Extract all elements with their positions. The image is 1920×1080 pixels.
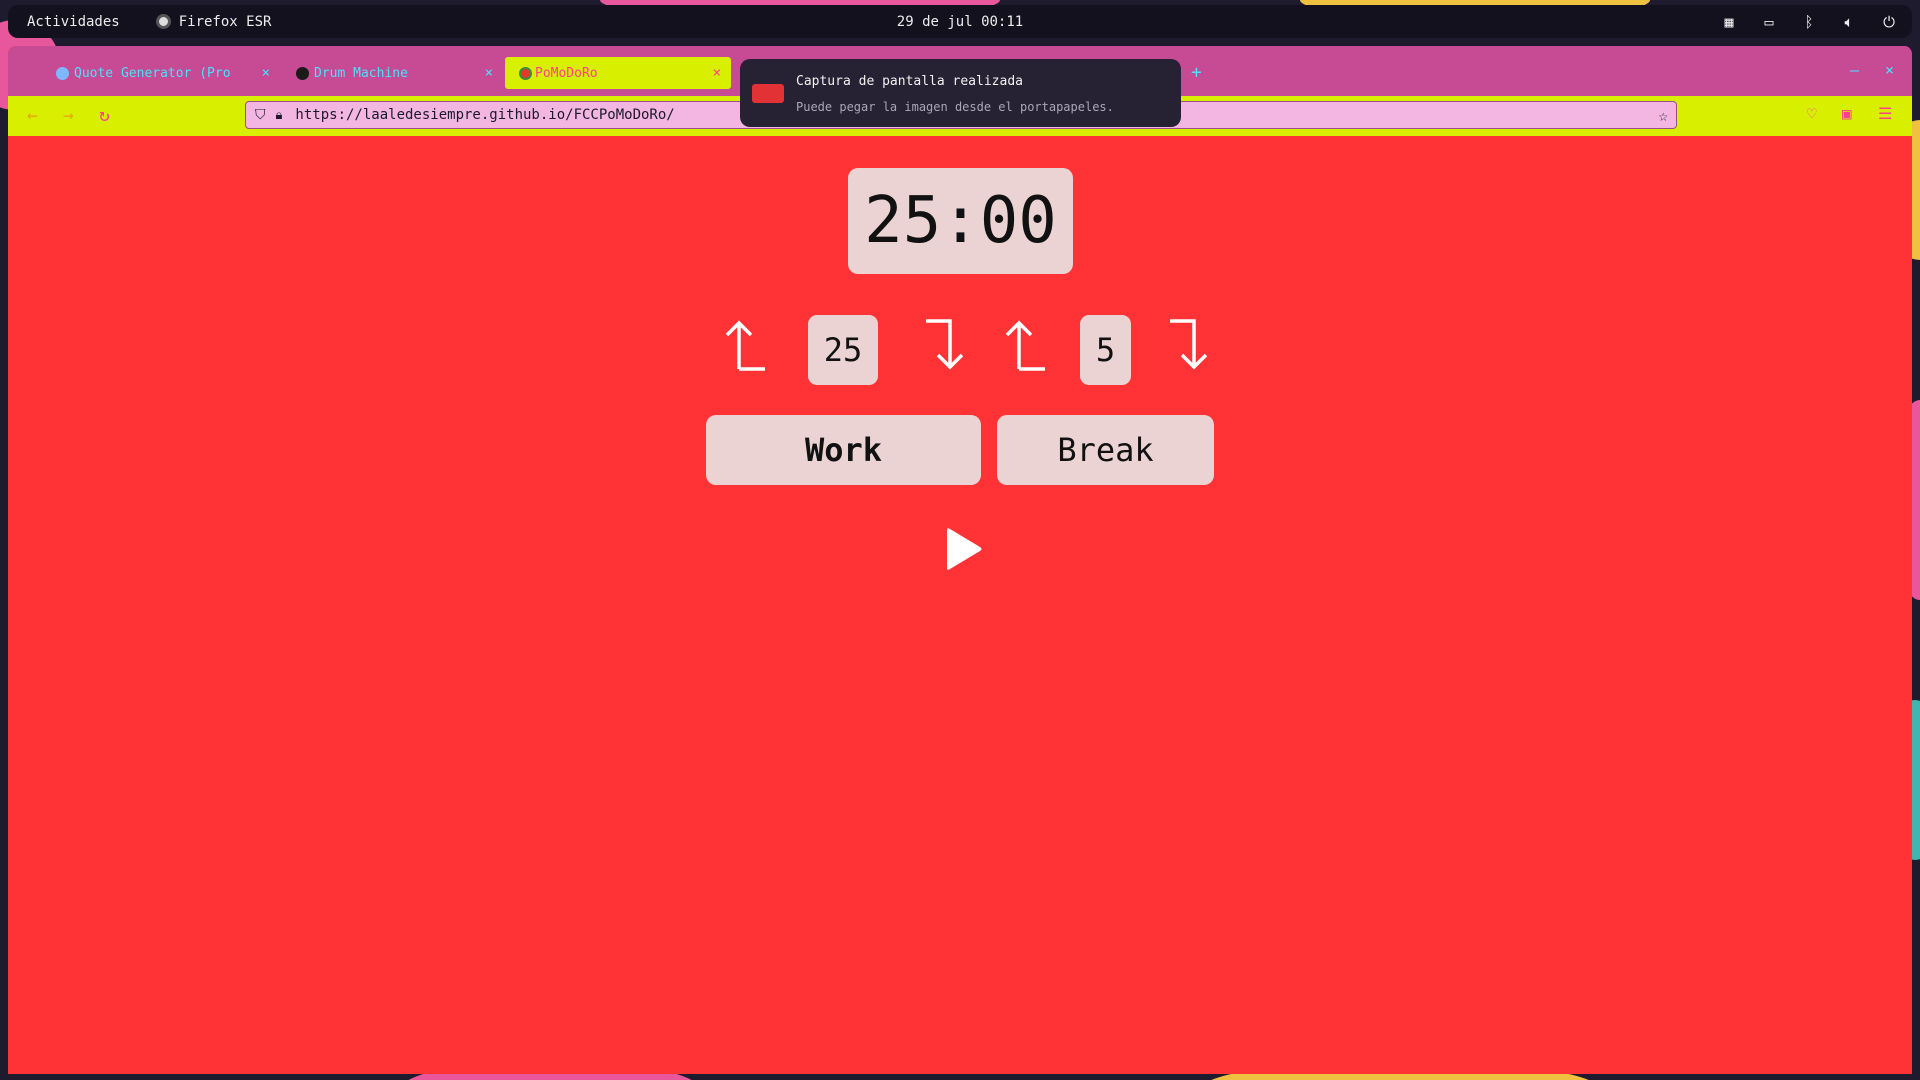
play-icon — [947, 528, 982, 570]
arrow-up-icon — [725, 320, 765, 371]
close-tab-icon[interactable]: × — [713, 65, 721, 81]
pocket-icon[interactable]: ♡ — [1807, 104, 1817, 123]
screenshot-notification[interactable]: Captura de pantalla realizada Puede pega… — [740, 59, 1181, 127]
break-mode-button[interactable]: Break — [997, 415, 1214, 485]
arrow-down-icon — [1170, 319, 1208, 370]
app-menu[interactable]: Firefox ESR — [155, 13, 272, 30]
tab-quote-generator[interactable]: Quote Generator (Pro × — [8, 57, 280, 89]
activities-button[interactable]: Actividades — [27, 14, 120, 30]
url-text[interactable]: https://laaledesiempre.github.io/FCCPoMo… — [295, 107, 674, 123]
decrement-work-button[interactable] — [924, 319, 974, 371]
lock-icon[interactable]: 🔒︎ — [276, 108, 283, 123]
bluetooth-icon[interactable]: ᛒ — [1800, 13, 1818, 31]
firefox-icon — [155, 14, 171, 29]
tab-pomodoro[interactable]: PoMoDoRo × — [505, 57, 731, 89]
favicon-icon — [56, 66, 69, 80]
decrement-break-button[interactable] — [1168, 319, 1218, 371]
volume-icon[interactable]: 🔈︎ — [1840, 13, 1858, 31]
grid-icon[interactable]: ▦ — [1720, 13, 1738, 31]
pomodoro-app: 25:00 25 5 Work Break — [8, 136, 1912, 1074]
screenshot-icon — [752, 84, 784, 103]
close-tab-icon[interactable]: × — [485, 65, 493, 81]
browser-window: Quote Generator (Pro × Drum Machine × Po… — [8, 46, 1912, 1074]
work-mode-button[interactable]: Work — [706, 415, 981, 485]
power-icon[interactable]: ⏻ — [1880, 13, 1898, 31]
reload-icon[interactable]: ↻ — [99, 105, 110, 126]
back-icon[interactable]: ← — [27, 105, 38, 126]
extension-icon[interactable]: ▣ — [1842, 104, 1852, 123]
play-button[interactable] — [943, 527, 983, 571]
arrow-down-icon — [926, 319, 964, 370]
increment-break-button[interactable] — [997, 319, 1047, 371]
menu-icon[interactable]: ☰ — [1878, 104, 1892, 123]
clock[interactable]: 29 de jul 00:11 — [8, 14, 1912, 30]
notification-title: Captura de pantalla realizada — [796, 74, 1023, 89]
tab-label: PoMoDoRo — [535, 65, 598, 81]
tracking-shield-icon[interactable]: ⛉ — [255, 107, 266, 123]
favicon-icon — [296, 66, 309, 80]
tab-drum-machine[interactable]: Drum Machine × — [248, 57, 503, 89]
system-tray: ▦ ▭ ᛒ 🔈︎ ⏻ — [1720, 13, 1898, 31]
app-menu-label: Firefox ESR — [178, 13, 272, 30]
arrow-up-icon — [1005, 320, 1045, 371]
screen-icon[interactable]: ▭ — [1760, 13, 1778, 31]
system-top-bar: Actividades Firefox ESR 29 de jul 00:11 … — [8, 5, 1912, 38]
bookmark-star-icon[interactable]: ☆ — [1658, 106, 1668, 125]
notification-body: Puede pegar la imagen desde el portapape… — [796, 100, 1114, 114]
minimize-icon[interactable]: — — [1850, 61, 1859, 79]
new-tab-button[interactable]: + — [1191, 62, 1202, 83]
tomato-favicon-icon — [519, 66, 532, 80]
tab-label: Drum Machine — [314, 65, 408, 81]
tab-label: Quote Generator (Pro — [74, 65, 231, 81]
increment-work-button[interactable] — [717, 319, 767, 371]
timer-display: 25:00 — [848, 168, 1073, 274]
work-length: 25 — [808, 315, 878, 385]
close-window-icon[interactable]: × — [1885, 61, 1894, 79]
forward-icon[interactable]: → — [63, 105, 74, 126]
break-length: 5 — [1080, 315, 1131, 385]
